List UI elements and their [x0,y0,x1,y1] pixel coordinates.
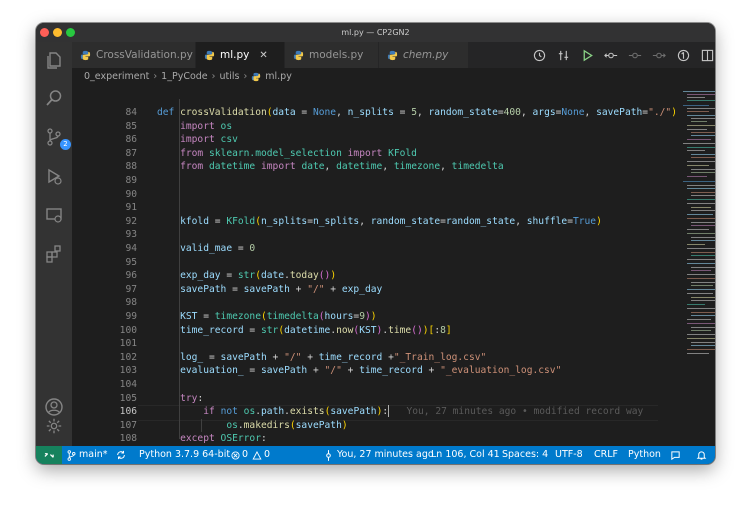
source-control-badge: 2 [60,139,71,150]
encoding-setting[interactable]: UTF-8 [555,446,583,464]
python-file-icon [387,50,398,60]
chevron-right-icon: › [211,71,216,82]
tab-ml[interactable]: ml.py ✕ [196,42,285,68]
code-line: 90 [125,188,137,200]
minimap[interactable] [679,85,715,446]
code-editor[interactable]: 84 def crossValidation(data = None, n_spl… [72,85,715,446]
python-file-icon [80,50,91,60]
inline-blame: You, 27 minutes ago • modified record wa… [406,406,644,418]
code-line: 107 os.makedirs(savePath) [119,419,348,431]
extensions-icon[interactable] [44,244,64,264]
python-file-icon [293,50,304,60]
tab-crossvalidation[interactable]: CrossValidation.py [72,42,196,68]
compare-changes-icon[interactable] [553,45,573,65]
cursor-position[interactable]: Ln 106, Col 41 [431,446,500,464]
warning-icon [252,450,262,460]
git-branch-icon [67,449,76,461]
code-line: 103 evaluation_ = savePath + "/" + time_… [119,365,562,377]
run-debug-icon[interactable] [44,166,64,186]
tab-models[interactable]: models.py [285,42,379,68]
code-line: 87 from sklearn.model_selection import K… [125,147,417,159]
chevron-right-icon: › [243,71,248,82]
code-line: 96 exp_day = str(date.today()) [125,270,337,282]
eol-setting[interactable]: CRLF [594,446,618,464]
tab-chem[interactable]: chem.py [379,42,469,68]
go-to-change-icon[interactable] [625,45,645,65]
branch-status[interactable]: main* [67,446,108,464]
sync-icon [117,450,125,460]
close-window-button[interactable] [40,28,49,37]
code-line: 100 time_record = str(datetime.now(KST).… [119,324,452,336]
settings-gear-icon[interactable] [44,416,64,436]
explorer-icon[interactable] [44,50,64,70]
zoom-window-button[interactable] [66,28,75,37]
timeline-history-icon[interactable] [529,45,549,65]
source-control-icon[interactable]: 2 [44,127,71,150]
bell-icon [696,450,707,460]
vscode-window: ml.py — CP2GN2 2 CrossValidation.py ml.p… [36,23,715,464]
breadcrumb-item[interactable]: ml.py [265,68,292,85]
text-cursor [388,405,390,418]
sync-button[interactable] [116,446,126,464]
run-file-icon[interactable] [577,45,597,65]
breadcrumb-item[interactable]: 1_PyCode [161,68,207,85]
close-tab-icon[interactable]: ✕ [259,50,267,61]
code-line: 98 [125,297,137,309]
code-line: 89 [125,175,137,186]
toggle-blame-icon[interactable] [673,45,693,65]
code-line: 92 kfold = KFold(n_splits=n_splits, rand… [125,215,602,227]
code-line: 104 [119,379,137,390]
search-icon[interactable] [44,88,64,108]
breadcrumb-item[interactable]: 0_experiment [84,68,149,85]
code-line: 94 valid_mae = 0 [125,243,256,254]
status-bar: main* Python 3.7.9 64-bit 0 0 You, 27 mi… [36,446,715,464]
code-line-current: 106 if not os.path.exists(savePath): You… [119,405,644,418]
code-line: 88 from datetime import date, datetime, … [125,161,504,173]
code-line: 97 savePath = savePath + "/" + exp_day [125,283,383,295]
notifications-button[interactable] [696,446,707,464]
account-icon[interactable] [44,397,64,417]
tab-bar: CrossValidation.py ml.py ✕ models.py che… [72,42,715,68]
code-line: 86 import csv [125,134,238,146]
code-line: 102 log_ = savePath + "/" + time_record … [119,351,487,363]
code-line: 85 import os [125,120,233,132]
go-to-next-change-icon[interactable] [649,45,669,65]
code-line: 84 def crossValidation(data = None, n_spl… [125,107,682,118]
breadcrumb-item[interactable]: utils [219,68,239,85]
code-line: 105 try: [119,392,204,404]
code-line: 99 KST = timezone(timedelta(hours=9)) [125,311,377,322]
editor-actions [525,42,715,68]
code-line: 101 [119,338,137,350]
code-line: 93 [125,229,137,241]
chevron-right-icon: › [153,71,158,82]
error-icon [231,450,240,460]
breadcrumb: 0_experiment › 1_PyCode › utils › ml.py [72,68,715,85]
remote-explorer-icon[interactable] [44,205,64,225]
git-blame-status[interactable]: You, 27 minutes ago [324,446,434,464]
python-interpreter[interactable]: Python 3.7.9 64-bit [139,446,230,464]
python-file-icon [252,72,261,81]
split-editor-icon[interactable] [697,45,715,65]
problems-indicator[interactable]: 0 0 [231,446,270,464]
go-to-previous-change-icon[interactable] [601,45,621,65]
code-line: 91 [125,202,137,214]
remote-icon [43,452,54,458]
activity-bar: 2 [36,42,72,446]
remote-indicator[interactable] [36,446,62,464]
language-mode[interactable]: Python [628,446,661,464]
code-line: 108 except OSError: [119,433,267,445]
python-file-icon [204,50,215,60]
title-bar: ml.py — CP2GN2 [36,23,715,42]
indentation-setting[interactable]: Spaces: 4 [502,446,548,464]
code-line: 95 [125,256,137,268]
feedback-icon [671,450,680,460]
minimize-window-button[interactable] [53,28,62,37]
git-commit-icon [326,449,331,461]
window-title: ml.py — CP2GN2 [341,28,410,37]
feedback-button[interactable] [670,446,681,464]
